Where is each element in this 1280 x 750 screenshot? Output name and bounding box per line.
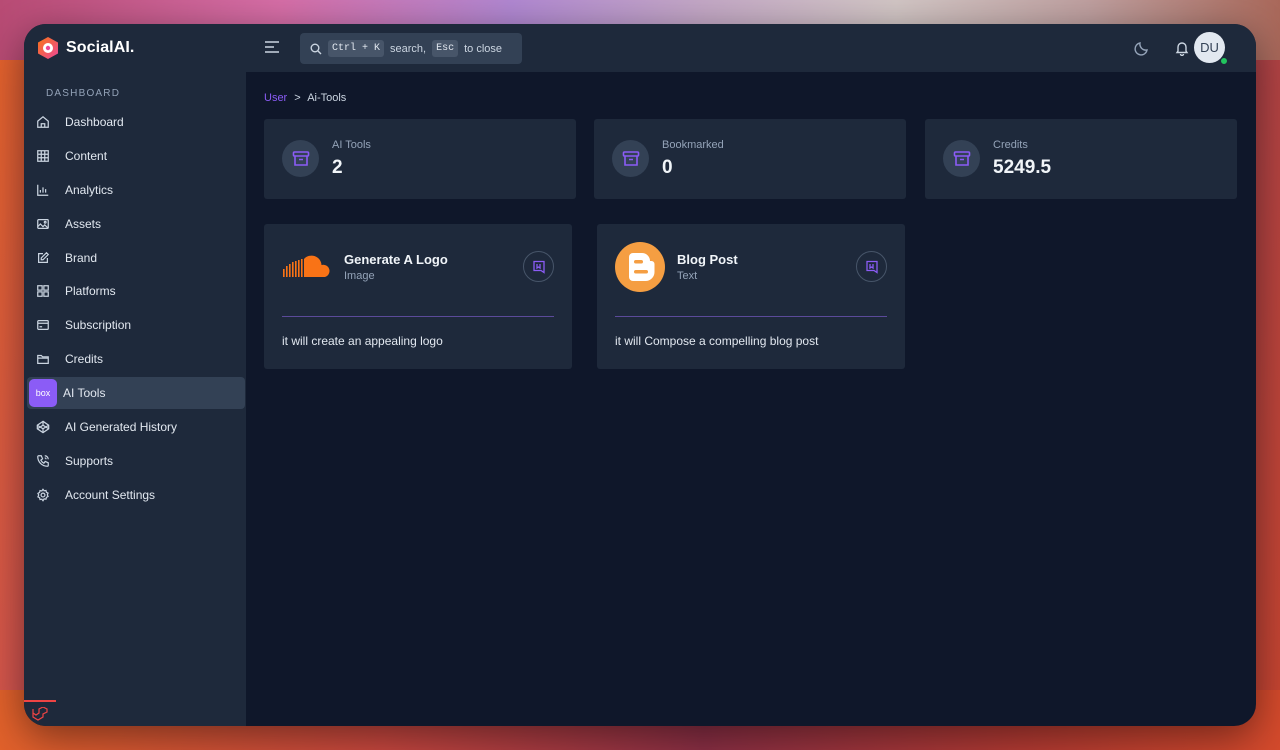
- soundcloud-logo-icon: [282, 242, 332, 292]
- moon-icon: [1134, 42, 1148, 56]
- tool-title: Generate A Logo: [344, 252, 448, 267]
- sidebar-item-label: Analytics: [65, 182, 114, 197]
- stat-label: Bookmarked: [662, 139, 724, 151]
- sidebar-item-label: Brand: [65, 250, 98, 265]
- search-shortcut-key: Ctrl + K: [328, 40, 385, 57]
- tool-card-blog-post[interactable]: Blog Post Text it will Compose a compell…: [597, 224, 905, 369]
- sidebar-item-label: Platforms: [65, 284, 116, 299]
- tool-card-generate-logo[interactable]: Generate A Logo Image it will create an …: [264, 224, 572, 369]
- sidebar-item-label: Dashboard: [65, 115, 124, 129]
- breadcrumb: User > Ai-Tools: [264, 92, 346, 104]
- stat-label: AI Tools: [332, 139, 371, 151]
- app-name: SocialAI.: [66, 39, 135, 56]
- menu-toggle-button[interactable]: [264, 40, 280, 54]
- notifications-button[interactable]: [1174, 40, 1190, 57]
- sidebar-item-label: Subscription: [65, 318, 132, 333]
- search-bar[interactable]: Ctrl + K search, Esc to close: [300, 33, 522, 64]
- sidebar-item-label: Account Settings: [65, 487, 156, 502]
- archive-icon: [282, 140, 319, 177]
- card-icon: [35, 317, 51, 333]
- sidebar-item-analytics[interactable]: Analytics: [27, 174, 245, 206]
- bookmark-button[interactable]: [523, 251, 554, 282]
- stat-value: 2: [332, 157, 343, 178]
- tool-type: Image: [344, 270, 375, 282]
- sidebar-item-account-settings[interactable]: Account Settings: [27, 479, 245, 511]
- tool-type: Text: [677, 270, 698, 282]
- close-shortcut-key: Esc: [432, 40, 459, 57]
- search-hint-text: search,: [390, 42, 427, 55]
- phone-icon: [35, 453, 51, 469]
- archive-icon: [943, 140, 980, 177]
- codepen-icon: [35, 419, 51, 435]
- menu-icon: [265, 41, 279, 53]
- sidebar-nav: Dashboard Content Analytics Assets Brand…: [27, 106, 245, 513]
- tool-description: it will create an appealing logo: [282, 334, 443, 348]
- breadcrumb-link-user[interactable]: User: [264, 92, 287, 104]
- sidebar-item-label: Content: [65, 148, 108, 163]
- settings-icon: [35, 487, 51, 503]
- sidebar-item-ai-generated-history[interactable]: AI Generated History: [27, 411, 245, 443]
- stat-value: 0: [662, 157, 673, 178]
- sidebar-item-credits[interactable]: Credits: [27, 343, 245, 375]
- sidebar-item-label: Credits: [65, 352, 104, 367]
- sidebar-item-assets[interactable]: Assets: [27, 208, 245, 240]
- theme-toggle-button[interactable]: [1134, 40, 1150, 56]
- stat-value: 5249.5: [993, 157, 1052, 178]
- sidebar-item-platforms[interactable]: Platforms: [27, 275, 245, 307]
- bell-icon: [1175, 42, 1189, 57]
- archive-icon: [612, 140, 649, 177]
- sidebar-item-brand[interactable]: Brand: [27, 242, 245, 274]
- stat-label: Credits: [993, 139, 1028, 151]
- topbar: Ctrl + K search, Esc to close DU: [246, 24, 1256, 72]
- sidebar-item-subscription[interactable]: Subscription: [27, 309, 245, 341]
- framework-logo-icon: [32, 707, 48, 721]
- tool-description: it will Compose a compelling blog post: [615, 334, 819, 348]
- folder-icon: [35, 351, 51, 367]
- app-window: SocialAI. DASHBOARD Dashboard Content An…: [24, 24, 1256, 726]
- sidebar-item-label: Supports: [65, 453, 114, 468]
- stat-card-credits: Credits 5249.5: [925, 119, 1237, 199]
- sidebar-item-label: AI Tools: [63, 386, 106, 401]
- sidebar-footer: [24, 700, 56, 726]
- sidebar-item-supports[interactable]: Supports: [27, 445, 245, 477]
- close-hint-text: to close: [464, 42, 503, 55]
- stat-card-bookmarked: Bookmarked 0: [594, 119, 906, 199]
- divider: [282, 316, 554, 317]
- blogger-logo-icon: [615, 242, 665, 292]
- grid-icon: [35, 148, 51, 164]
- bookmark-button[interactable]: [856, 251, 887, 282]
- box-icon: box: [29, 379, 57, 408]
- image-icon: [35, 216, 51, 232]
- sidebar-item-dashboard[interactable]: Dashboard: [27, 106, 245, 138]
- tool-title: Blog Post: [677, 252, 738, 267]
- app-logo[interactable]: SocialAI.: [36, 36, 134, 60]
- sidebar-item-content[interactable]: Content: [27, 140, 245, 172]
- apps-icon: [35, 283, 51, 299]
- sidebar-item-label: AI Generated History: [65, 420, 178, 435]
- breadcrumb-separator: >: [294, 92, 301, 104]
- bookmark-icon: [865, 260, 878, 274]
- home-icon: [35, 114, 51, 130]
- bookmark-icon: [532, 260, 545, 274]
- stat-card-ai-tools: AI Tools 2: [264, 119, 576, 199]
- online-status-dot: [1220, 57, 1228, 65]
- breadcrumb-current: Ai-Tools: [307, 92, 347, 104]
- sidebar: SocialAI. DASHBOARD Dashboard Content An…: [24, 24, 246, 726]
- sidebar-item-label: Assets: [65, 216, 102, 231]
- bar-chart-icon: [35, 182, 51, 198]
- edit-icon: [35, 250, 51, 266]
- divider: [615, 316, 887, 317]
- sidebar-section-label: DASHBOARD: [46, 88, 121, 99]
- sidebar-item-ai-tools[interactable]: box AI Tools: [27, 377, 245, 410]
- search-icon: [310, 43, 322, 54]
- socialai-logo-icon: [38, 37, 58, 59]
